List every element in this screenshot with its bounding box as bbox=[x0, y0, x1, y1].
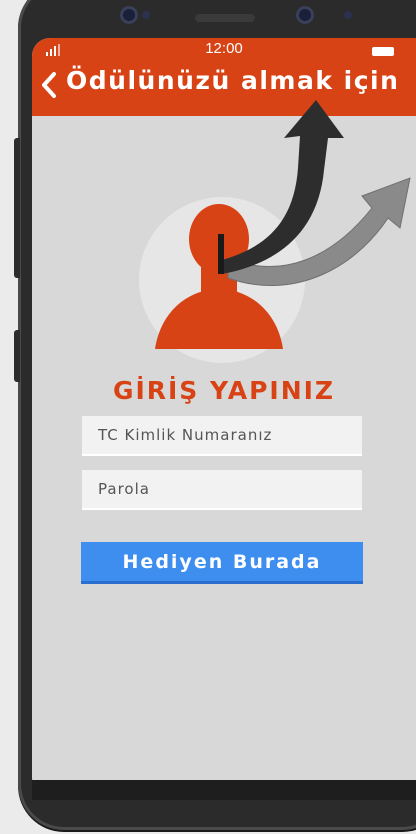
phone-screen: 12:00 Ödülünüzü almak için GİRİŞ YAPINIZ… bbox=[32, 38, 416, 800]
tc-id-input[interactable] bbox=[82, 416, 362, 456]
speaker-grille bbox=[195, 14, 255, 22]
power-button bbox=[14, 330, 20, 382]
password-input[interactable] bbox=[82, 470, 362, 510]
bottom-bezel bbox=[32, 780, 416, 800]
annotation-arrows bbox=[218, 100, 411, 286]
sensor-dot-icon bbox=[344, 11, 352, 19]
login-heading: GİRİŞ YAPINIZ bbox=[112, 376, 336, 405]
curved-arrow-up-icon bbox=[222, 100, 344, 274]
sensor-icon bbox=[142, 11, 150, 19]
submit-button[interactable]: Hediyen Burada bbox=[81, 542, 363, 584]
volume-button bbox=[14, 138, 20, 278]
stage: 12:00 Ödülünüzü almak için GİRİŞ YAPINIZ… bbox=[0, 0, 416, 834]
front-camera-icon bbox=[120, 6, 138, 24]
camera-icon bbox=[296, 6, 314, 24]
